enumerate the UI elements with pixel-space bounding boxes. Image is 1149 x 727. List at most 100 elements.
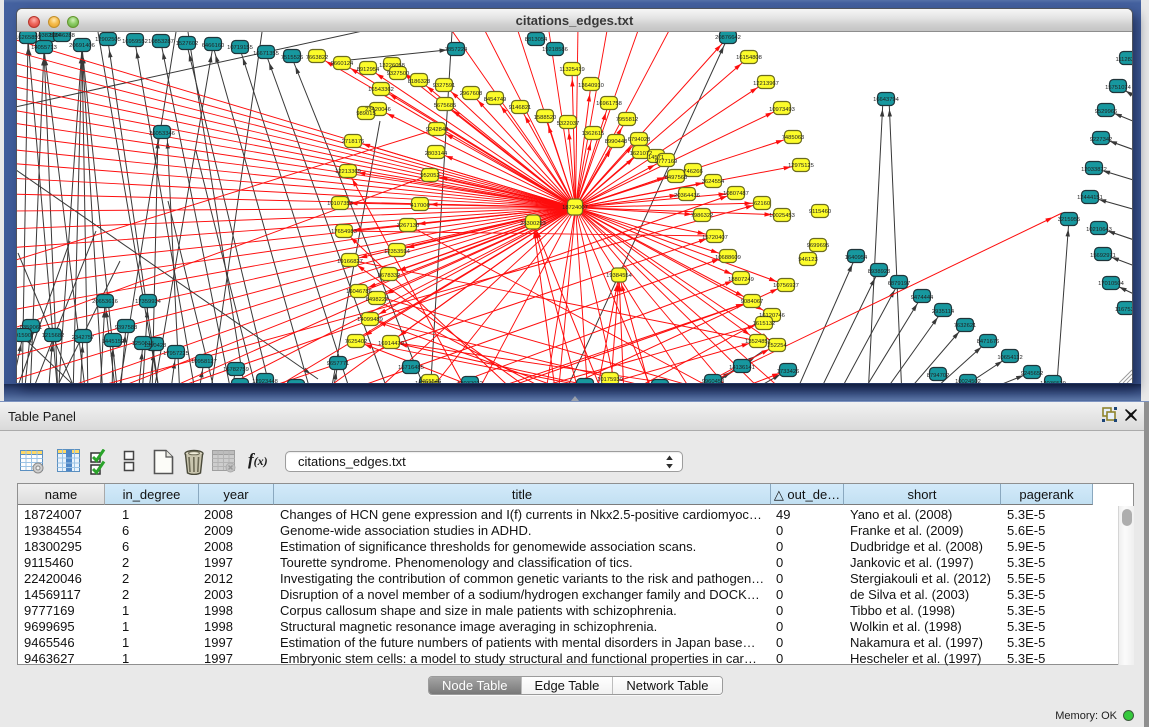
svg-text:20364436: 20364436: [674, 193, 700, 199]
svg-text:10107353: 10107353: [327, 201, 353, 207]
svg-text:7625402: 7625402: [345, 339, 368, 345]
svg-text:9242848: 9242848: [426, 127, 449, 133]
svg-text:1615132: 1615132: [753, 321, 776, 327]
svg-text:12902505: 12902505: [95, 37, 121, 43]
svg-text:9327500: 9327500: [387, 71, 410, 77]
svg-text:10688609: 10688609: [715, 255, 741, 261]
svg-text:3215955: 3215955: [1058, 217, 1081, 223]
svg-text:13226058: 13226058: [379, 63, 405, 69]
svg-text:16782759: 16782759: [223, 367, 249, 373]
svg-text:8912954: 8912954: [357, 67, 380, 73]
svg-text:26053346: 26053346: [149, 131, 175, 137]
svg-text:10719155: 10719155: [227, 45, 253, 51]
svg-text:10210643: 10210643: [1086, 227, 1112, 233]
svg-text:3267130: 3267130: [397, 223, 420, 229]
svg-text:1733426: 1733426: [777, 369, 800, 375]
svg-text:18724007: 18724007: [562, 205, 588, 211]
svg-text:7663822: 7663822: [306, 55, 329, 61]
svg-text:7515526: 7515526: [281, 55, 304, 61]
svg-text:10756927: 10756927: [773, 283, 799, 289]
svg-text:9657771: 9657771: [327, 361, 350, 367]
svg-text:15751074: 15751074: [1105, 85, 1132, 91]
svg-text:12353594: 12353594: [384, 249, 411, 255]
svg-text:8813054: 8813054: [525, 37, 548, 43]
svg-text:252254: 252254: [767, 343, 787, 349]
svg-text:20691406: 20691406: [69, 43, 95, 49]
svg-text:16643794: 16643794: [873, 97, 900, 103]
svg-text:12444151: 12444151: [1077, 195, 1103, 201]
svg-text:14099489: 14099489: [357, 317, 383, 323]
svg-text:15716485: 15716485: [398, 365, 424, 371]
svg-text:8990448: 8990448: [605, 139, 628, 145]
svg-text:3915907: 3915907: [17, 333, 34, 339]
svg-text:9397588: 9397588: [115, 325, 138, 331]
svg-text:9115460: 9115460: [809, 209, 831, 215]
svg-text:12033872: 12033872: [1081, 167, 1107, 173]
svg-text:1167533: 1167533: [1115, 307, 1132, 313]
svg-text:8938923: 8938923: [868, 269, 891, 275]
svg-text:946123: 946123: [798, 257, 817, 263]
svg-text:17359934: 17359934: [135, 299, 162, 305]
svg-text:17010504: 17010504: [1098, 281, 1125, 287]
svg-text:20876642: 20876642: [715, 35, 741, 41]
svg-text:14055713: 14055713: [31, 45, 57, 51]
svg-text:7632621: 7632621: [954, 323, 977, 329]
svg-text:19218586: 19218586: [542, 47, 568, 53]
svg-text:417006: 417006: [410, 203, 429, 209]
svg-text:2803144: 2803144: [425, 151, 448, 157]
svg-text:20653616: 20653616: [92, 299, 118, 305]
svg-text:6466160: 6466160: [202, 43, 225, 49]
svg-text:17654983: 17654983: [331, 229, 357, 235]
svg-text:15692971: 15692971: [1090, 253, 1116, 259]
svg-text:7857224: 7857224: [445, 47, 468, 53]
svg-text:14136141: 14136141: [729, 365, 755, 371]
svg-text:16671355: 16671355: [253, 51, 279, 57]
svg-text:18032022: 18032022: [457, 381, 483, 383]
svg-text:10175930: 10175930: [597, 377, 623, 383]
svg-text:2718176: 2718176: [342, 139, 365, 145]
svg-text:9465546: 9465546: [419, 379, 442, 383]
svg-text:7485063: 7485063: [782, 135, 805, 141]
svg-text:10958127: 10958127: [191, 359, 217, 365]
svg-text:11325419: 11325419: [559, 67, 584, 73]
svg-text:9699695: 9699695: [807, 243, 830, 249]
svg-text:989015: 989015: [356, 111, 375, 117]
svg-text:10973493: 10973493: [769, 107, 795, 113]
svg-text:19384554: 19384554: [606, 273, 633, 279]
svg-text:16959552: 16959552: [122, 39, 148, 45]
svg-text:9146821: 9146821: [509, 105, 532, 111]
svg-text:16543362: 16543362: [368, 87, 394, 93]
svg-text:14036529: 14036529: [1040, 381, 1066, 383]
svg-text:15720407: 15720407: [702, 235, 728, 241]
svg-text:3624554: 3624554: [702, 179, 725, 185]
svg-text:6879197: 6879197: [888, 281, 911, 287]
svg-text:1640954: 1640954: [845, 255, 868, 261]
svg-text:18807249: 18807249: [728, 277, 754, 283]
svg-text:9660124: 9660124: [331, 61, 354, 67]
svg-text:9245652: 9245652: [1021, 371, 1044, 377]
svg-text:12975125: 12975125: [788, 163, 814, 169]
svg-text:12213967: 12213967: [753, 81, 779, 87]
svg-text:8678332: 8678332: [378, 273, 401, 279]
svg-text:10654112: 10654112: [997, 355, 1022, 361]
svg-text:9084067: 9084067: [741, 299, 764, 305]
svg-text:9960453: 9960453: [702, 379, 725, 383]
svg-text:62160: 62160: [754, 201, 770, 207]
svg-text:10946288: 10946288: [49, 33, 75, 39]
svg-text:1362615: 1362615: [582, 131, 605, 137]
svg-text:17957225: 17957225: [163, 351, 189, 357]
svg-text:8794702: 8794702: [927, 373, 950, 379]
svg-text:10807487: 10807487: [723, 191, 749, 197]
svg-text:10024502: 10024502: [955, 379, 981, 383]
svg-text:16046786: 16046786: [346, 289, 372, 295]
svg-text:1250515: 1250515: [132, 341, 155, 347]
svg-text:7986322: 7986322: [691, 213, 714, 219]
svg-text:12213369: 12213369: [335, 169, 361, 175]
svg-text:9777169: 9777169: [655, 159, 678, 165]
svg-text:9474444: 9474444: [911, 295, 934, 301]
svg-text:9529966: 9529966: [1095, 109, 1118, 115]
svg-text:2342757: 2342757: [72, 335, 95, 341]
svg-text:7955812: 7955812: [616, 117, 639, 123]
svg-text:11128358: 11128358: [1116, 57, 1132, 63]
svg-text:10853287: 10853287: [148, 39, 174, 45]
